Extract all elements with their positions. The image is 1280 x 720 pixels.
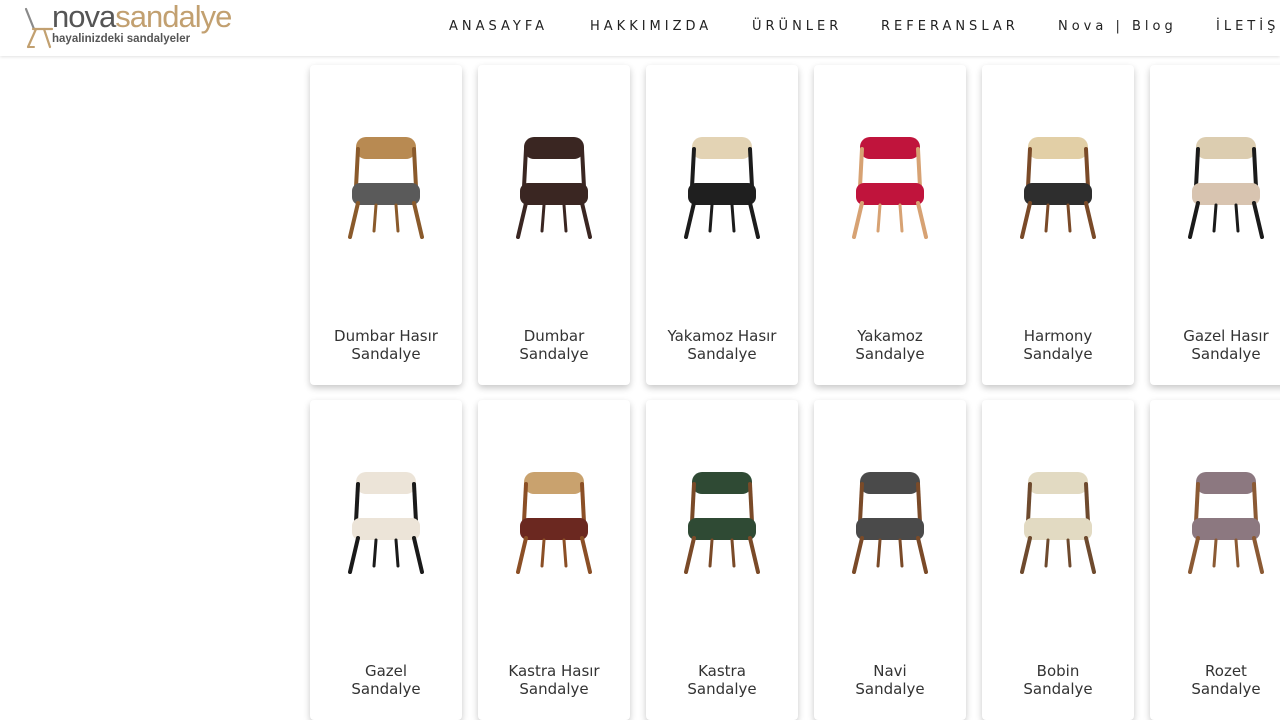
logo-word-sandalye: sandalye [115, 0, 232, 34]
product-name-line2: Sandalye [687, 345, 757, 363]
product-card[interactable]: Yakamoz Hasır Sandalye [646, 65, 798, 385]
chair-image [348, 472, 424, 574]
product-name: Yakamoz Hasır Sandalye [646, 327, 798, 363]
site-logo[interactable]: novasandalye hayalinizdeki sandalyeler [24, 0, 232, 49]
nav-item-hakkimizda[interactable]: HAKKIMIZDA [590, 18, 712, 36]
product-name: Bobin Sandalye [982, 662, 1134, 698]
product-name: Dumbar Hasır Sandalye [310, 327, 462, 363]
nav-item-blog[interactable]: Nova | Blog [1058, 18, 1177, 36]
product-name-line1: Kastra Hasır [508, 662, 600, 680]
product-name-line1: Dumbar [523, 327, 585, 345]
chair-image [852, 472, 928, 574]
product-name-line1: Gazel Hasır [1183, 327, 1269, 345]
product-name-line2: Sandalye [855, 345, 925, 363]
product-card[interactable]: Dumbar Hasır Sandalye [310, 65, 462, 385]
product-name-line1: Gazel [364, 662, 408, 680]
product-name-line2: Sandalye [1023, 345, 1093, 363]
product-name-line2: Sandalye [519, 345, 589, 363]
product-name-line1: Bobin [1036, 662, 1080, 680]
product-name: Harmony Sandalye [982, 327, 1134, 363]
logo-tagline: hayalinizdeki sandalyeler [52, 33, 191, 45]
chair-image [516, 472, 592, 574]
product-name: Yakamoz Sandalye [814, 327, 966, 363]
product-name: Dumbar Sandalye [478, 327, 630, 363]
product-card[interactable]: Yakamoz Sandalye [814, 65, 966, 385]
chair-image [348, 137, 424, 239]
product-name-line1: Harmony [1023, 327, 1093, 345]
product-name-line2: Sandalye [687, 680, 757, 698]
product-name: Gazel Hasır Sandalye [1150, 327, 1280, 363]
chair-image [1020, 472, 1096, 574]
nav-item-anasayfa[interactable]: ANASAYFA [449, 18, 548, 36]
logo-word-nova: nova [52, 0, 116, 34]
product-card[interactable]: Dumbar Sandalye [478, 65, 630, 385]
product-name-line1: Yakamoz Hasır [667, 327, 777, 345]
chair-image [516, 137, 592, 239]
product-card[interactable]: Kastra Hasır Sandalye [478, 400, 630, 720]
product-name-line2: Sandalye [351, 345, 421, 363]
product-name: Kastra Sandalye [646, 662, 798, 698]
nav-item-referanslar[interactable]: REFERANSLAR [881, 18, 1019, 36]
product-name-line1: Dumbar Hasır [334, 327, 438, 345]
product-name: Rozet Sandalye [1150, 662, 1280, 698]
product-name-line1: Rozet [1205, 662, 1247, 680]
product-card[interactable]: Gazel Hasır Sandalye [1150, 65, 1280, 385]
product-name-line1: Navi [873, 662, 907, 680]
product-name-line2: Sandalye [1191, 345, 1261, 363]
chair-image [684, 472, 760, 574]
logo-wordmark: novasandalye [52, 0, 232, 35]
product-card[interactable]: Bobin Sandalye [982, 400, 1134, 720]
product-grid: Dumbar Hasır Sandalye Dumbar Sandalye Yakamo… [0, 0, 1280, 720]
chair-image [1020, 137, 1096, 239]
product-card[interactable]: Kastra Sandalye [646, 400, 798, 720]
product-name-line2: Sandalye [855, 680, 925, 698]
product-name: Kastra Hasır Sandalye [478, 662, 630, 698]
product-name-line2: Sandalye [519, 680, 589, 698]
site-header: novasandalye hayalinizdeki sandalyeler A… [0, 0, 1280, 56]
product-name-line2: Sandalye [1191, 680, 1261, 698]
chair-image [852, 137, 928, 239]
product-name-line1: Kastra [698, 662, 746, 680]
product-name-line2: Sandalye [351, 680, 421, 698]
product-card[interactable]: Harmony Sandalye [982, 65, 1134, 385]
chair-image [1188, 137, 1264, 239]
chair-logo-icon [24, 7, 54, 49]
product-name: Gazel Sandalye [310, 662, 462, 698]
product-name-line1: Yakamoz [857, 327, 923, 345]
nav-item-iletisim[interactable]: İLETİŞİM [1216, 18, 1280, 36]
product-name-line2: Sandalye [1023, 680, 1093, 698]
nav-item-urunler[interactable]: ÜRÜNLER [752, 18, 842, 36]
product-card[interactable]: Gazel Sandalye [310, 400, 462, 720]
product-card[interactable]: Rozet Sandalye [1150, 400, 1280, 720]
chair-image [684, 137, 760, 239]
product-name: Navi Sandalye [814, 662, 966, 698]
chair-image [1188, 472, 1264, 574]
product-card[interactable]: Navi Sandalye [814, 400, 966, 720]
